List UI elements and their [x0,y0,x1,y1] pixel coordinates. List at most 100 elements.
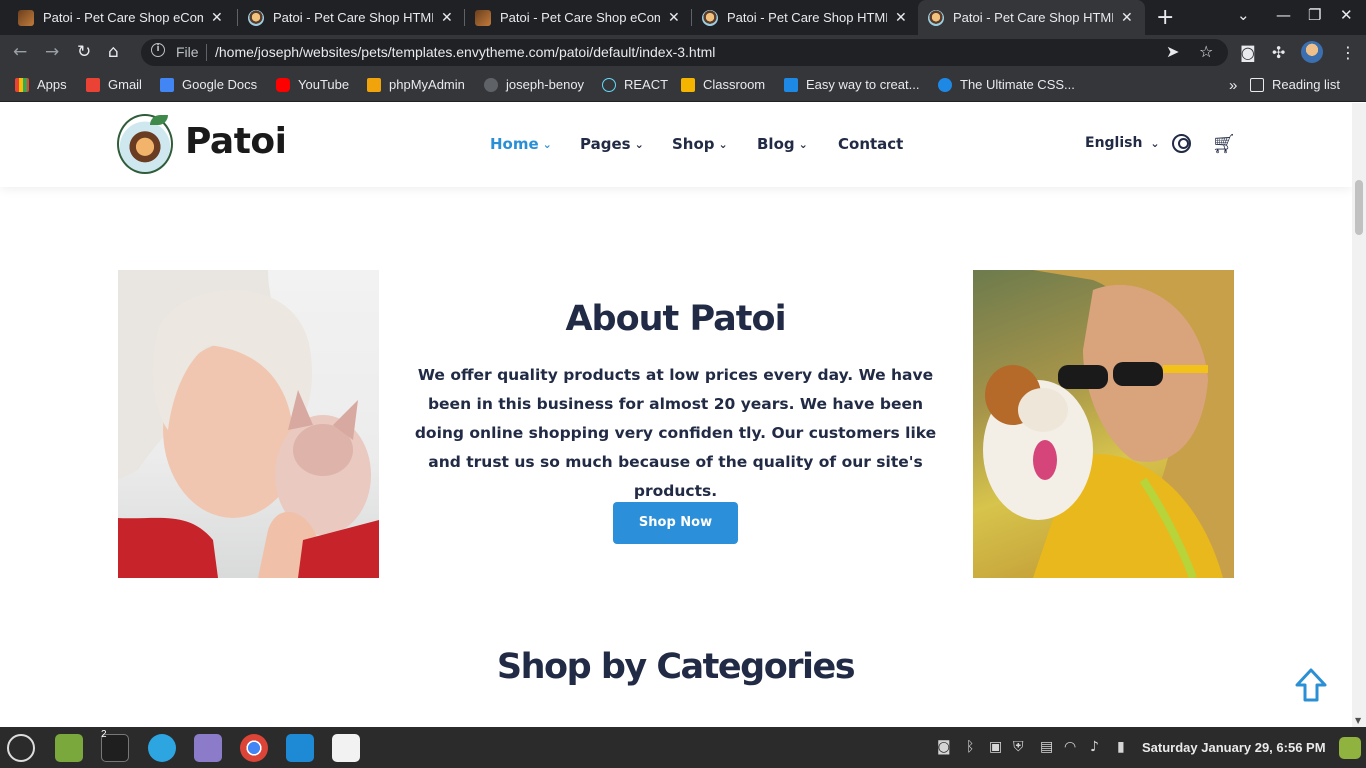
omnibox-divider [206,44,207,61]
window-close-icon[interactable]: ✕ [1340,6,1353,24]
bookmark-classroom[interactable]: Classroom [681,77,765,92]
browser-tab-2[interactable]: Patoi - Pet Care Shop HTML Template ✕ [238,0,463,35]
show-desktop-icon[interactable] [1339,737,1361,759]
nav-blog[interactable]: Blog ⌄ [757,135,808,153]
profile-avatar[interactable] [1301,41,1323,63]
battery-icon[interactable]: ▮ [1117,739,1125,755]
bookmark-label: phpMyAdmin [389,77,465,92]
bookmark-label: Easy way to creat... [806,77,920,92]
chrome-icon[interactable] [240,734,268,762]
telegram-icon[interactable] [148,734,176,762]
language-selector[interactable]: English ⌄ [1085,135,1160,151]
bookmark-easy-way[interactable]: Easy way to creat... [784,77,919,92]
github-icon [484,77,498,92]
nav-pages[interactable]: Pages ⌄ [580,135,644,153]
bluetooth-icon[interactable]: ᛒ [966,739,974,755]
shopping-cart-icon[interactable]: 🛒︎ [1212,132,1236,155]
browser-tab-1[interactable]: Patoi - Pet Care Shop eCommerce ✕ [8,0,233,35]
bookmark-apps[interactable]: Apps [15,77,67,92]
clock[interactable]: Saturday January 29, 6:56 PM [1142,740,1326,755]
woman-with-cat-image [118,270,379,578]
shield-icon[interactable]: ⛨ [1013,739,1024,755]
docs-icon [160,77,174,92]
chevron-down-icon: ⌄ [718,137,728,151]
nav-label: Blog [757,135,795,153]
book-icon [475,9,491,26]
close-icon[interactable]: ✕ [895,9,907,26]
bookmark-phpmyadmin[interactable]: phpMyAdmin [367,77,465,92]
tab-title: Patoi - Pet Care Shop HTML Template [273,10,433,25]
back-to-top-icon[interactable] [1294,667,1328,703]
maximize-icon[interactable]: ❐ [1308,6,1321,24]
patoi-icon [248,9,264,26]
page-viewport: Patoi Home ⌄ Pages ⌄ Shop ⌄ Blog ⌄ Conta… [0,103,1352,727]
bookmark-react[interactable]: REACT [602,77,668,92]
scroll-down-icon[interactable]: ▼ [1355,716,1361,725]
browser-tab-4[interactable]: Patoi - Pet Care Shop HTML Template ✕ [692,0,917,35]
new-tab-icon[interactable]: + [1156,5,1174,30]
extensions-icon[interactable]: ✣ [1272,43,1285,62]
more-bookmarks-icon[interactable]: » [1229,77,1237,94]
youtube-icon [276,77,290,92]
chevron-down-icon: ⌄ [634,137,644,151]
bookmark-github[interactable]: joseph-benoy [484,77,584,92]
bookmark-label: joseph-benoy [506,77,585,92]
vscode-icon[interactable] [286,734,314,762]
bookmark-label: Classroom [703,77,766,92]
wifi-icon[interactable]: ◠ [1064,739,1076,755]
close-icon[interactable]: ✕ [668,9,680,26]
bookmark-google-docs[interactable]: Google Docs [160,77,257,92]
apps-grid-icon [15,77,29,92]
nav-label: Shop [672,135,715,153]
nav-label: Home [490,135,539,153]
bookmark-gmail[interactable]: Gmail [86,77,142,92]
nav-label: Pages [580,135,631,153]
nav-label: Contact [838,135,904,153]
forward-icon[interactable]: → [45,42,59,62]
mint-menu-icon[interactable] [7,734,35,762]
bookmark-youtube[interactable]: YouTube [276,77,349,92]
send-icon[interactable]: ➤ [1166,42,1179,61]
minimize-icon[interactable]: — [1276,6,1291,24]
reading-list-button[interactable]: Reading list [1250,77,1340,92]
settings-icon[interactable] [332,734,360,762]
text-editor-icon[interactable] [194,734,222,762]
home-icon[interactable]: ⌂ [108,42,119,62]
logo-text[interactable]: Patoi [185,121,287,162]
info-icon[interactable]: i [151,43,165,57]
tab-search-icon[interactable]: ⌄ [1237,6,1250,24]
close-icon[interactable]: ✕ [441,9,453,26]
screenshot-icon[interactable]: ◙ [1240,43,1256,62]
clipboard-icon[interactable]: ▣ [989,739,1002,755]
scrollbar-thumb[interactable] [1355,180,1363,235]
bookmark-ultimate-css[interactable]: The Ultimate CSS... [938,77,1075,92]
address-bar[interactable]: i File /home/joseph/websites/pets/templa… [141,39,1228,66]
page-scrollbar[interactable]: ▼ [1352,103,1366,727]
close-icon[interactable]: ✕ [1121,9,1133,26]
back-icon[interactable]: ← [13,42,27,62]
react-icon [602,77,616,92]
bookmark-label: YouTube [298,77,350,92]
patoi-logo-icon[interactable] [117,114,173,174]
url-text[interactable]: /home/joseph/websites/pets/templates.env… [215,44,715,60]
screenshot-tray-icon[interactable]: ◙ [937,739,951,755]
reading-list-icon [1250,77,1264,92]
reload-icon[interactable]: ↻ [77,42,91,62]
nav-shop[interactable]: Shop ⌄ [672,135,728,153]
user-account-icon[interactable] [1172,134,1191,153]
notes-icon[interactable]: ▤ [1040,739,1053,755]
site-icon [784,77,798,92]
volume-icon[interactable]: ♪ [1090,739,1099,755]
bookmark-star-icon[interactable]: ☆ [1199,42,1213,61]
close-icon[interactable]: ✕ [211,9,223,26]
classroom-icon [681,77,695,92]
browser-tab-5[interactable]: Patoi - Pet Care Shop HTML Template ✕ [918,0,1145,35]
nav-contact[interactable]: Contact [838,135,903,153]
nav-home[interactable]: Home ⌄ [490,135,552,153]
browser-tab-3[interactable]: Patoi - Pet Care Shop eCommerce ✕ [465,0,690,35]
menu-icon[interactable]: ⋮ [1340,43,1356,62]
shop-now-button[interactable]: Shop Now [613,502,738,544]
about-title: About Patoi [565,299,786,339]
files-icon[interactable] [55,734,83,762]
language-label: English [1085,135,1143,151]
